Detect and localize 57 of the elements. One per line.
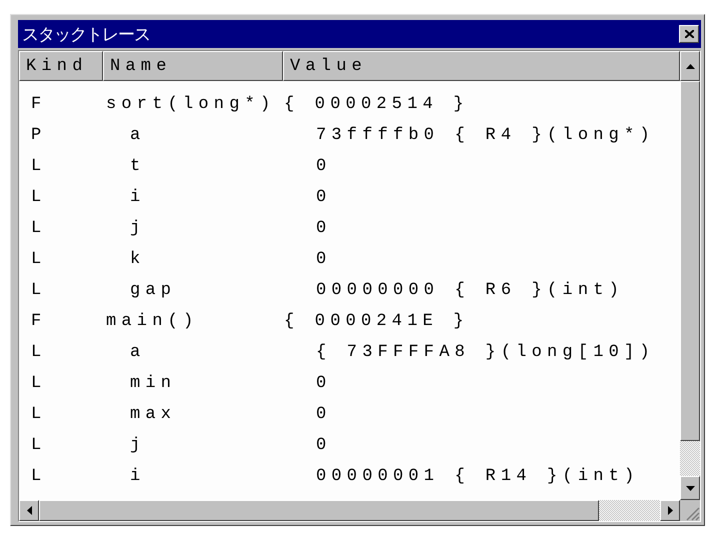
up-arrow-icon <box>686 64 694 68</box>
table-cell-text: a <box>129 343 146 362</box>
table-cell: 73ffffb0 { R4 }(long*) <box>316 126 655 145</box>
left-arrow-icon <box>26 506 32 515</box>
table-cell: 00000001 { R14 }(int) <box>316 467 640 486</box>
table-cell-text: L <box>30 374 48 393</box>
table-cell-text: F <box>30 312 48 331</box>
table-cell-text: a <box>129 126 146 145</box>
table-cell-text: L <box>30 219 48 238</box>
table-cell-text: min <box>129 374 178 393</box>
table-cell-text: t <box>129 157 146 176</box>
table-cell-text: L <box>30 343 48 362</box>
scroll-thumb[interactable] <box>680 81 700 441</box>
column-header[interactable]: Kind <box>19 51 103 81</box>
table-cell: { 0000241E } <box>284 312 469 331</box>
right-arrow-icon <box>668 506 672 515</box>
table-cell-text: j <box>129 219 146 238</box>
table-cell: 0 <box>316 250 332 269</box>
table-cell-text: L <box>30 467 48 486</box>
table-cell-text: max <box>129 405 178 424</box>
table-cell: { 00002514 } <box>284 95 469 114</box>
table-cell-text: L <box>30 405 48 424</box>
scroll-left-button[interactable] <box>19 500 39 521</box>
table-cell-text: F <box>30 95 48 114</box>
table-cell: 0 <box>316 405 332 424</box>
table-cell-text: sort(long*) <box>105 95 276 114</box>
table-cell-text: i <box>129 467 146 486</box>
column-header[interactable]: Name <box>103 51 283 81</box>
table-cell: { 73FFFFA8 }(long[10]) <box>316 343 655 362</box>
horizontal-scrollbar[interactable] <box>19 500 680 521</box>
table-cell: 0 <box>316 436 332 455</box>
window-title: スタックトレース <box>22 24 150 46</box>
table-cell-text: L <box>30 436 48 455</box>
table-cell-text: P <box>30 126 48 145</box>
vertical-scrollbar[interactable] <box>680 51 700 500</box>
table-cell-text: main() <box>105 312 200 331</box>
column-header[interactable]: Value <box>283 51 680 81</box>
table-cell-text: L <box>30 281 48 300</box>
scroll-right-button[interactable] <box>660 500 680 521</box>
close-button[interactable] <box>679 25 699 43</box>
table-cell-text: j <box>129 436 146 455</box>
table-cell: 0 <box>316 374 332 393</box>
table-cell-text: i <box>129 188 146 207</box>
table-cell-text: L <box>30 157 48 176</box>
table-cell-text: gap <box>129 281 178 300</box>
table-cell: 0 <box>316 219 332 238</box>
scroll-up-button[interactable] <box>680 51 700 81</box>
table-cell-text: L <box>30 250 48 269</box>
scroll-thumb[interactable] <box>39 500 599 521</box>
table-cell: 0 <box>316 157 332 176</box>
close-icon <box>684 30 694 38</box>
table-cell-text: L <box>30 188 48 207</box>
table-cell: 00000000 { R6 }(int) <box>316 281 624 300</box>
down-arrow-icon <box>686 486 694 490</box>
scroll-down-button[interactable] <box>680 476 700 500</box>
table-cell: 0 <box>316 188 332 207</box>
table-cell-text: k <box>129 250 146 269</box>
